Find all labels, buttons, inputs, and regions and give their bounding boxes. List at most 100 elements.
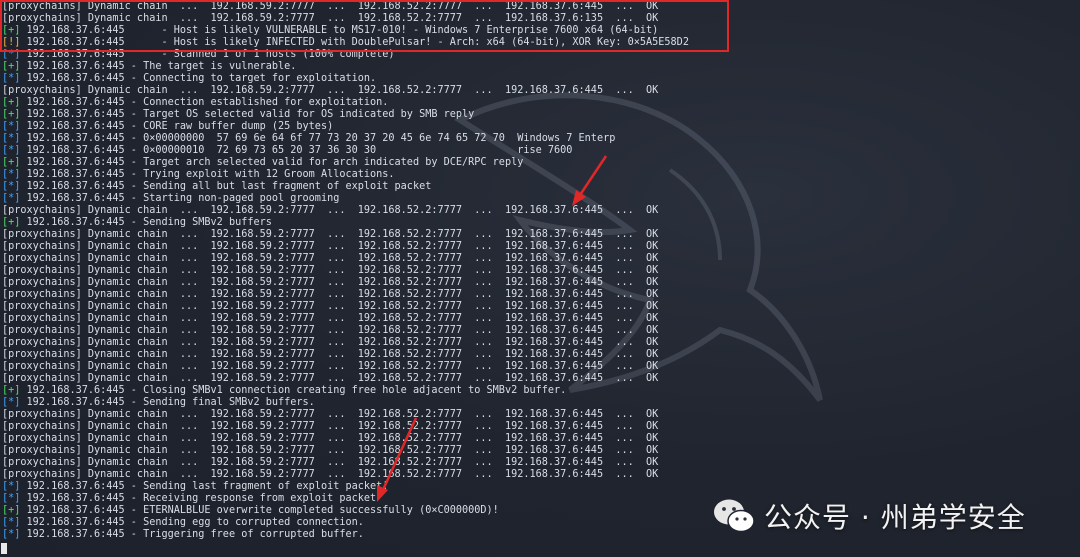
terminal-line: [*] 192.168.37.6:445 - Sending last frag… bbox=[2, 481, 388, 493]
line-text: [proxychains] Dynamic chain ... 192.168.… bbox=[2, 409, 659, 420]
terminal-line: [proxychains] Dynamic chain ... 192.168.… bbox=[2, 289, 658, 301]
terminal-line: [*] 192.168.37.6:445 - Sending final SMB… bbox=[2, 397, 315, 409]
line-text: [proxychains] Dynamic chain ... 192.168.… bbox=[2, 361, 659, 372]
line-text: [proxychains] Dynamic chain ... 192.168.… bbox=[2, 337, 659, 348]
terminal-line: [+] 192.168.37.6:445 - Connection establ… bbox=[2, 97, 388, 109]
terminal-line: [proxychains] Dynamic chain ... 192.168.… bbox=[2, 433, 658, 445]
line-text: 192.168.37.6:445 - Trying exploit with 1… bbox=[20, 169, 395, 180]
terminal-line: [proxychains] Dynamic chain ... 192.168.… bbox=[2, 205, 658, 217]
line-text: 192.168.37.6:445 - Connection establishe… bbox=[20, 97, 389, 108]
line-text: 192.168.37.6:445 - Receiving response fr… bbox=[20, 493, 377, 504]
line-text: [proxychains] Dynamic chain ... 192.168.… bbox=[2, 421, 659, 432]
terminal-line: [+] 192.168.37.6:445 - Target arch selec… bbox=[2, 157, 523, 169]
terminal-line: [+] 192.168.37.6:445 - ETERNALBLUE overw… bbox=[2, 505, 499, 517]
line-status-tag: [*] bbox=[2, 169, 21, 180]
terminal-line: [+] 192.168.37.6:445 - Target OS selecte… bbox=[2, 109, 474, 121]
line-status-tag: [*] bbox=[2, 529, 21, 540]
line-text: 192.168.37.6:445 - Sending SMBv2 buffers bbox=[20, 217, 272, 228]
terminal-line: [proxychains] Dynamic chain ... 192.168.… bbox=[2, 361, 658, 373]
terminal-line: [proxychains] Dynamic chain ... 192.168.… bbox=[2, 241, 658, 253]
terminal-line: [*] 192.168.37.6:445 - Receiving respons… bbox=[2, 493, 376, 505]
terminal-line: [*] 192.168.37.6:445 - Trying exploit wi… bbox=[2, 169, 395, 181]
wechat-watermark: 公众号 · 州弟学安全 bbox=[712, 494, 1062, 538]
line-text: 192.168.37.6:445 - Closing SMBv1 connect… bbox=[20, 385, 567, 396]
terminal-line: [*] 192.168.37.6:445 - Starting non-page… bbox=[2, 193, 339, 205]
line-text: [proxychains] Dynamic chain ... 192.168.… bbox=[2, 241, 659, 252]
line-status-tag: [*] bbox=[2, 181, 21, 192]
terminal-line: [proxychains] Dynamic chain ... 192.168.… bbox=[2, 469, 658, 481]
watermark-text: 公众号 · 州弟学安全 bbox=[764, 501, 1026, 534]
line-text: 192.168.37.6:445 - Starting non-paged po… bbox=[20, 193, 340, 204]
line-text: 192.168.37.6:445 - Connecting to target … bbox=[20, 73, 377, 84]
line-status-tag: [*] bbox=[2, 481, 21, 492]
terminal-line: [+] 192.168.37.6:445 - Sending SMBv2 buf… bbox=[2, 217, 272, 229]
line-text: 192.168.37.6:445 - The target is vulnera… bbox=[20, 61, 297, 72]
line-status-tag: [*] bbox=[2, 397, 21, 408]
terminal-line: [*] 192.168.37.6:445 - CORE raw buffer d… bbox=[2, 121, 333, 133]
terminal-line: [proxychains] Dynamic chain ... 192.168.… bbox=[2, 277, 658, 289]
terminal-line: [proxychains] Dynamic chain ... 192.168.… bbox=[2, 337, 658, 349]
line-status-tag: [+] bbox=[2, 505, 21, 516]
line-status-tag: [*] bbox=[2, 121, 21, 132]
terminal-line: [*] 192.168.37.6:445 - Sending all but l… bbox=[2, 181, 431, 193]
line-text: 192.168.37.6:445 - Sending final SMBv2 b… bbox=[20, 397, 315, 408]
line-text: 192.168.37.6:445 - CORE raw buffer dump … bbox=[20, 121, 334, 132]
terminal-line: [proxychains] Dynamic chain ... 192.168.… bbox=[2, 325, 658, 337]
line-text: [proxychains] Dynamic chain ... 192.168.… bbox=[2, 265, 659, 276]
terminal-line: [proxychains] Dynamic chain ... 192.168.… bbox=[2, 349, 658, 361]
line-status-tag: [+] bbox=[2, 385, 21, 396]
line-status-tag: [+] bbox=[2, 109, 21, 120]
line-text: [proxychains] Dynamic chain ... 192.168.… bbox=[2, 433, 659, 444]
terminal-line: [+] 192.168.37.6:445 - The target is vul… bbox=[2, 61, 296, 73]
line-status-tag: [*] bbox=[2, 193, 21, 204]
terminal-line: [*] 192.168.37.6:445 - Connecting to tar… bbox=[2, 73, 376, 85]
terminal-line: [proxychains] Dynamic chain ... 192.168.… bbox=[2, 421, 658, 433]
line-status-tag: [+] bbox=[2, 97, 21, 108]
annotation-arrow-bottom bbox=[377, 417, 418, 502]
line-text: [proxychains] Dynamic chain ... 192.168.… bbox=[2, 229, 659, 240]
line-text: [proxychains] Dynamic chain ... 192.168.… bbox=[2, 349, 659, 360]
line-text: [proxychains] Dynamic chain ... 192.168.… bbox=[2, 457, 659, 468]
line-text: 192.168.37.6:445 - Target arch selected … bbox=[20, 157, 524, 168]
line-text: [proxychains] Dynamic chain ... 192.168.… bbox=[2, 373, 659, 384]
line-text: 192.168.37.6:445 - Target OS selected va… bbox=[20, 109, 475, 120]
terminal-line: [proxychains] Dynamic chain ... 192.168.… bbox=[2, 457, 658, 469]
terminal-line: [*] 192.168.37.6:445 - 0×00000010 72 69 … bbox=[2, 145, 572, 157]
terminal-line: [proxychains] Dynamic chain ... 192.168.… bbox=[2, 373, 658, 385]
highlight-box bbox=[0, 0, 729, 52]
terminal-cursor bbox=[1, 543, 7, 554]
line-status-tag: [*] bbox=[2, 133, 21, 144]
terminal-line: [*] 192.168.37.6:445 - 0×00000000 57 69 … bbox=[2, 133, 615, 145]
terminal-line: [proxychains] Dynamic chain ... 192.168.… bbox=[2, 445, 658, 457]
line-text: 192.168.37.6:445 - Sending egg to corrup… bbox=[20, 517, 364, 528]
wechat-icon bbox=[714, 499, 755, 533]
line-status-tag: [*] bbox=[2, 73, 21, 84]
terminal-line: [proxychains] Dynamic chain ... 192.168.… bbox=[2, 409, 658, 421]
annotation-arrow-top bbox=[572, 155, 608, 206]
line-status-tag: [+] bbox=[2, 157, 21, 168]
line-text: [proxychains] Dynamic chain ... 192.168.… bbox=[2, 85, 659, 96]
line-text: [proxychains] Dynamic chain ... 192.168.… bbox=[2, 277, 659, 288]
line-text: [proxychains] Dynamic chain ... 192.168.… bbox=[2, 289, 659, 300]
terminal-line: [+] 192.168.37.6:445 - Closing SMBv1 con… bbox=[2, 385, 566, 397]
line-status-tag: [*] bbox=[2, 145, 21, 156]
line-status-tag: [*] bbox=[2, 517, 21, 528]
line-text: [proxychains] Dynamic chain ... 192.168.… bbox=[2, 253, 659, 264]
line-text: [proxychains] Dynamic chain ... 192.168.… bbox=[2, 325, 659, 336]
line-text: [proxychains] Dynamic chain ... 192.168.… bbox=[2, 301, 659, 312]
terminal-line: [proxychains] Dynamic chain ... 192.168.… bbox=[2, 229, 658, 241]
terminal-line: [proxychains] Dynamic chain ... 192.168.… bbox=[2, 313, 658, 325]
line-text: 192.168.37.6:445 - Sending last fragment… bbox=[20, 481, 389, 492]
terminal-window[interactable]: [proxychains] Dynamic chain ... 192.168.… bbox=[0, 0, 1080, 557]
terminal-line: [proxychains] Dynamic chain ... 192.168.… bbox=[2, 301, 658, 313]
line-text: 192.168.37.6:445 - 0×00000000 57 69 6e 6… bbox=[20, 133, 616, 144]
line-text: 192.168.37.6:445 - Triggering free of co… bbox=[20, 529, 364, 540]
line-text: [proxychains] Dynamic chain ... 192.168.… bbox=[2, 205, 659, 216]
line-status-tag: [*] bbox=[2, 493, 21, 504]
line-text: [proxychains] Dynamic chain ... 192.168.… bbox=[2, 469, 659, 480]
terminal-line: [*] 192.168.37.6:445 - Sending egg to co… bbox=[2, 517, 364, 529]
line-text: [proxychains] Dynamic chain ... 192.168.… bbox=[2, 445, 659, 456]
line-text: 192.168.37.6:445 - 0×00000010 72 69 73 6… bbox=[20, 145, 573, 156]
terminal-line: [proxychains] Dynamic chain ... 192.168.… bbox=[2, 265, 658, 277]
terminal-line: [proxychains] Dynamic chain ... 192.168.… bbox=[2, 85, 658, 97]
